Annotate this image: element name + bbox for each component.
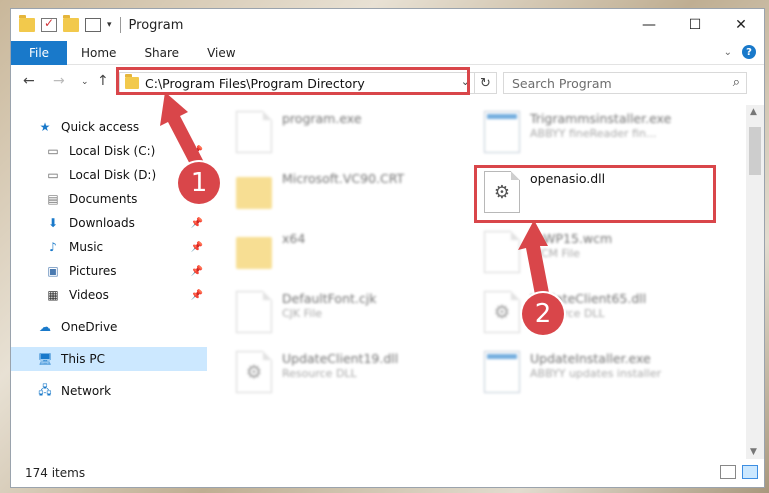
- arrow-2-icon: [518, 220, 550, 300]
- arrow-1-icon: [160, 92, 206, 172]
- step-badge-1: 1: [178, 162, 220, 204]
- annotation-arrows: [160, 92, 550, 300]
- step-badge-2: 2: [522, 293, 564, 335]
